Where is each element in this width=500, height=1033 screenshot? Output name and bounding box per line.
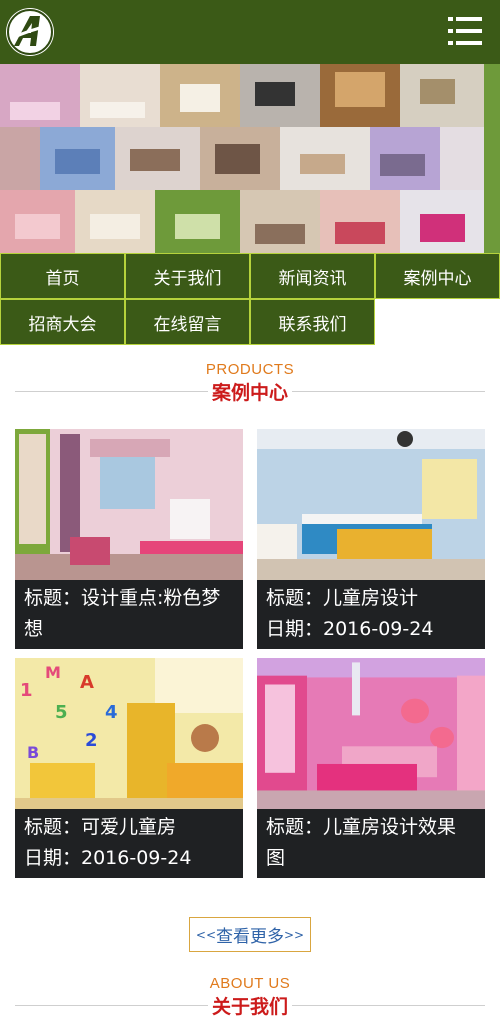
site-logo[interactable] bbox=[6, 8, 54, 56]
nav-item-home[interactable]: 首页 bbox=[0, 253, 125, 299]
product-date: 日期：2016-09-24 bbox=[266, 618, 434, 640]
logo-mark-icon bbox=[7, 9, 53, 55]
product-title: 标题：设计重点:粉色梦 bbox=[24, 587, 221, 609]
nav-item-news[interactable]: 新闻资讯 bbox=[250, 253, 375, 299]
about-title: 关于我们 bbox=[0, 992, 500, 1019]
nav-item-investment[interactable]: 招商大会 bbox=[0, 299, 125, 345]
product-date: 日期：2016-09-24 bbox=[24, 847, 192, 869]
svg-text:A: A bbox=[80, 672, 94, 693]
product-title: 标题：可爱儿童房 bbox=[24, 816, 177, 838]
product-image bbox=[257, 429, 485, 580]
product-image bbox=[257, 658, 485, 809]
nav-item-contact[interactable]: 联系我们 bbox=[250, 299, 375, 345]
menu-button[interactable] bbox=[448, 16, 482, 46]
product-card[interactable]: M A 1 5 4 2 B 标题：可爱儿童房 日期：2016-09-24 bbox=[15, 658, 243, 878]
product-image bbox=[15, 429, 243, 580]
product-card[interactable]: 标题：儿童房设计效果 图 bbox=[257, 658, 485, 878]
nav-item-cases[interactable]: 案例中心 bbox=[375, 253, 500, 299]
svg-text:1: 1 bbox=[20, 680, 33, 701]
view-more-button[interactable]: << 查看更多 >> bbox=[189, 917, 311, 952]
product-image: M A 1 5 4 2 B bbox=[15, 658, 243, 809]
about-title-en: ABOUT US bbox=[209, 975, 291, 992]
product-card[interactable]: 标题：设计重点:粉色梦 想 bbox=[15, 429, 243, 649]
product-subtitle: 图 bbox=[266, 847, 286, 869]
nav-item-about[interactable]: 关于我们 bbox=[125, 253, 250, 299]
products-title-en: PRODUCTS bbox=[205, 361, 295, 378]
banner-image-collage bbox=[0, 64, 500, 253]
left-chevrons-icon: << bbox=[195, 927, 216, 942]
products-title: 案例中心 bbox=[0, 378, 500, 405]
main-nav: 首页 关于我们 新闻资讯 案例中心 招商大会 在线留言 联系我们 bbox=[0, 253, 500, 346]
header bbox=[0, 0, 500, 64]
svg-text:5: 5 bbox=[55, 702, 68, 723]
hamburger-menu-icon bbox=[448, 17, 482, 45]
product-subtitle: 想 bbox=[24, 618, 44, 640]
product-title: 标题：儿童房设计效果 bbox=[266, 816, 457, 838]
svg-text:M: M bbox=[45, 663, 61, 682]
right-chevrons-icon: >> bbox=[284, 927, 305, 942]
product-title: 标题：儿童房设计 bbox=[266, 587, 419, 609]
view-more-label: 查看更多 bbox=[216, 927, 284, 947]
svg-text:4: 4 bbox=[105, 702, 118, 723]
nav-item-message[interactable]: 在线留言 bbox=[125, 299, 250, 345]
svg-text:2: 2 bbox=[85, 730, 98, 751]
svg-text:B: B bbox=[27, 743, 39, 762]
product-card[interactable]: 标题：儿童房设计 日期：2016-09-24 bbox=[257, 429, 485, 649]
